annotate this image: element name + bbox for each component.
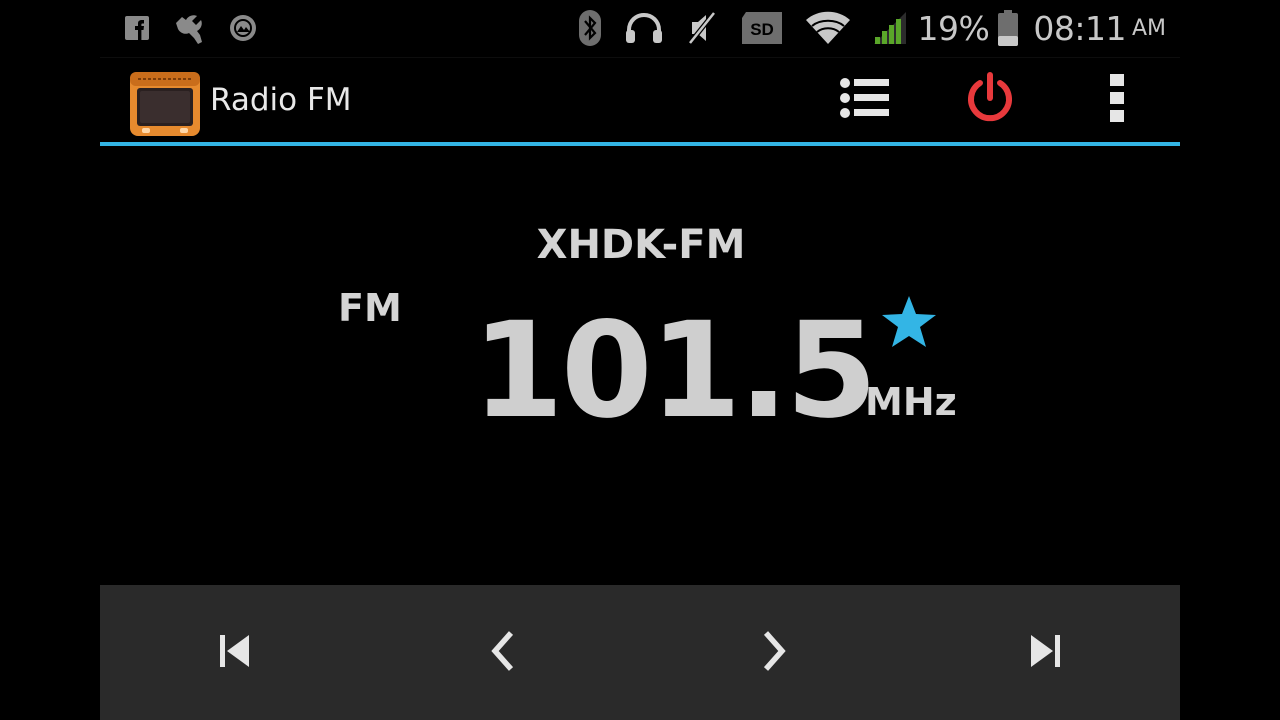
sd-card-icon: SD	[740, 10, 784, 46]
clock-ampm: AM	[1131, 15, 1166, 41]
power-icon	[963, 71, 1017, 129]
mute-icon	[686, 10, 718, 46]
radio-screen: SD 19% 08:11 AM Radio FM XHDK-FM FM 101.…	[100, 0, 1180, 720]
favorite-star-icon[interactable]	[880, 294, 938, 354]
action-bar-divider	[100, 142, 1180, 146]
bluetooth-icon	[578, 9, 602, 47]
battery-icon	[997, 9, 1019, 47]
step-up-button[interactable]	[745, 623, 805, 683]
previous-station-button[interactable]	[205, 623, 265, 683]
power-button[interactable]	[960, 72, 1020, 128]
facebook-icon	[124, 15, 150, 41]
step-up-icon	[760, 629, 790, 677]
station-name: XHDK-FM	[536, 222, 746, 268]
wrench-icon	[172, 11, 206, 45]
notification-icons	[124, 10, 280, 46]
signal-icon	[872, 10, 908, 46]
app-title: Radio FM	[210, 82, 352, 118]
step-down-icon	[487, 629, 517, 677]
overflow-menu-button[interactable]	[1100, 72, 1134, 128]
radio-app-icon[interactable]	[128, 66, 202, 142]
band-label: FM	[338, 286, 402, 330]
station-list-icon	[839, 76, 891, 124]
clock: 08:11	[1033, 8, 1126, 48]
next-station-button[interactable]	[1015, 623, 1075, 683]
sd-card-label: SD	[750, 20, 774, 39]
system-icons: SD 19% 08:11 AM	[578, 6, 1166, 50]
step-down-button[interactable]	[472, 623, 532, 683]
overflow-menu-icon	[1108, 73, 1126, 127]
battery-percent: 19%	[917, 8, 990, 48]
gallery-icon	[228, 13, 258, 43]
status-bar: SD 19% 08:11 AM	[100, 0, 1180, 58]
previous-station-icon	[218, 631, 252, 675]
frequency-unit: MHz	[865, 380, 957, 424]
action-bar: Radio FM	[100, 58, 1180, 142]
wifi-icon	[805, 10, 850, 46]
station-list-button[interactable]	[835, 72, 895, 128]
tuning-controls	[100, 585, 1180, 720]
next-station-icon	[1028, 631, 1062, 675]
frequency-display: 101.5	[472, 294, 878, 448]
headphones-icon	[624, 11, 664, 45]
